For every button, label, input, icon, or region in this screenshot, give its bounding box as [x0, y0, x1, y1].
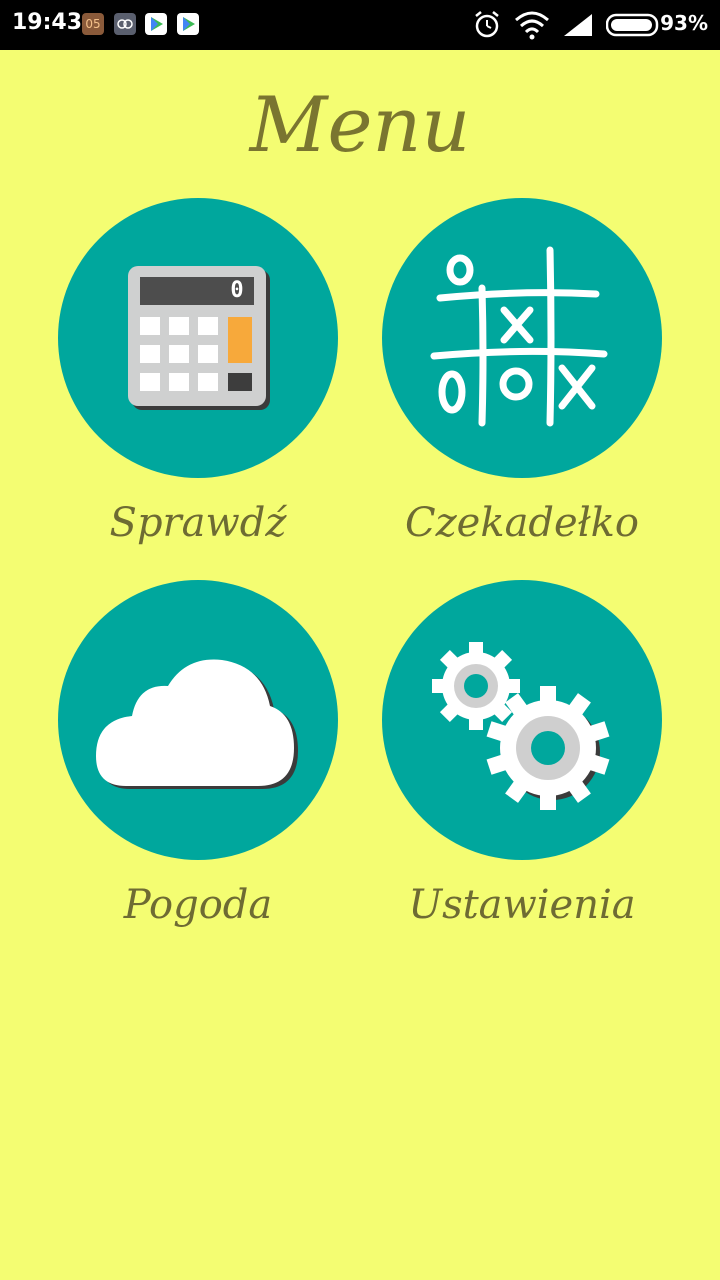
menu-item-czekadelko[interactable]: Czekadełko	[382, 198, 662, 546]
calculator-display: 0	[230, 278, 244, 303]
gears-icon	[432, 642, 610, 810]
page-title: Menu	[249, 80, 471, 169]
battery-icon	[606, 13, 659, 37]
signal-icon	[564, 14, 592, 36]
menu-item-label: Czekadełko	[404, 500, 639, 546]
menu-item-label: Sprawdź	[109, 500, 287, 546]
menu-item-ustawienia[interactable]: Ustawienia	[382, 580, 662, 928]
menu-item-circle[interactable]	[58, 580, 338, 860]
play-store-icon-2	[177, 13, 199, 35]
notification-badge: 05	[82, 13, 104, 35]
status-time: 19:43	[12, 10, 83, 35]
menu-item-pogoda[interactable]: Pogoda	[58, 580, 338, 928]
menu-item-circle[interactable]	[382, 198, 662, 478]
play-store-icon	[145, 13, 167, 35]
menu-item-circle[interactable]: 0	[58, 198, 338, 478]
menu-item-label: Ustawienia	[408, 882, 636, 928]
status-bar: 19:43 05 93%	[0, 0, 720, 50]
calculator-icon	[128, 266, 270, 410]
cloud-icon	[96, 659, 298, 789]
menu-item-label: Pogoda	[123, 882, 273, 928]
alarm-icon	[475, 11, 499, 38]
battery-percent: 93%	[660, 11, 708, 35]
menu-item-sprawdz[interactable]: 0 Sprawdź	[58, 198, 338, 546]
wifi-icon	[515, 11, 549, 40]
menu-item-circle[interactable]	[382, 580, 662, 860]
tic-tac-toe-icon	[430, 246, 608, 427]
app-notification-icon	[114, 13, 136, 35]
